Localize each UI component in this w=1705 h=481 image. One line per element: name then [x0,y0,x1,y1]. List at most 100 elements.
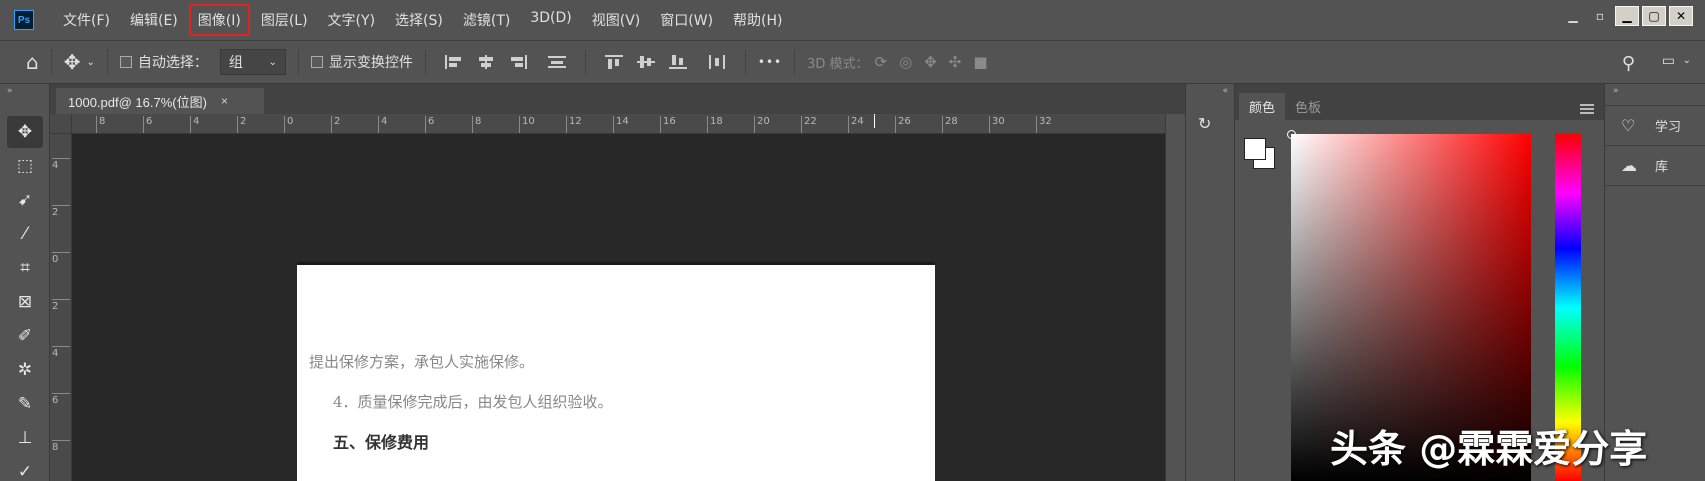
menu-3d[interactable]: 3D(D) [521,4,580,36]
document-tab-title: 1000.pdf@ 16.7%(位图) [68,94,207,110]
tools-panel: » ✥ ⬚ ➹ ⁄ ⌗ ⊠ ✐ ✲ ✎ ⊥ ✓ [0,84,50,481]
ruler-tick: 18 [707,116,723,133]
separator [744,49,746,75]
spot-healing-tool-icon[interactable]: ✲ [7,354,43,386]
ruler-tick: 10 [519,116,535,133]
menu-edit[interactable]: 编辑(E) [121,4,187,36]
menu-window[interactable]: 窗口(W) [651,4,722,36]
panel-menu-icon[interactable] [1580,104,1594,114]
distribute-horizontal-icon[interactable] [708,55,726,69]
horizontal-ruler[interactable]: 8 6 4 2 0 2 4 6 8 10 12 14 16 18 20 22 2… [72,114,1172,134]
ruler-tick: 4 [378,116,387,133]
ruler-tick: 2 [52,299,70,312]
close-icon[interactable]: × [221,94,228,108]
menu-type[interactable]: 文字(Y) [319,4,384,36]
learn-panel-button[interactable]: ♡ 学习 [1605,106,1705,146]
libraries-panel-label: 库 [1655,160,1669,175]
lasso-tool-icon[interactable]: ➹ [7,184,43,216]
separator [106,49,108,75]
options-bar: ⌂ ✥ ⌄ 自动选择： 组 ⌄ 显示变换控件 ••• 3D 模式： ⟳ ◎ ✥ … [0,40,1705,84]
expand-panels-icon[interactable]: » [1605,84,1705,106]
libraries-panel-button[interactable]: ☁ 库 [1605,146,1705,186]
crop-tool-icon[interactable]: ⌗ [7,252,43,284]
auto-select-dropdown[interactable]: 组 ⌄ [219,49,286,75]
align-top-icon[interactable] [604,55,623,69]
canvas-vertical-scrollbar[interactable] [1165,114,1185,481]
move-tool-icon[interactable]: ✥ [7,116,43,148]
lightbulb-icon: ♡ [1621,116,1636,135]
menu-image[interactable]: 图像(I) [188,4,250,36]
menu-filter[interactable]: 滤镜(T) [454,4,519,36]
3d-pan-icon[interactable]: ✥ [924,53,937,71]
document-page[interactable]: 提出保修方案，承包人实施保修。 4．质量保修完成后，由发包人组织验收。 五、保修… [297,262,935,481]
document-tab-bar: 1000.pdf@ 16.7%(位图) × [50,84,1185,114]
learn-panel-label: 学习 [1655,120,1682,135]
menu-select[interactable]: 选择(S) [386,4,452,36]
3d-camera-icon[interactable]: ■ [973,53,987,71]
ruler-tick: 14 [613,116,629,133]
history-panel-icon[interactable]: ↻ [1198,114,1234,133]
3d-roll-icon[interactable]: ◎ [899,53,912,71]
separator [424,49,426,75]
ruler-tick: 2 [52,205,70,218]
tab-swatches[interactable]: 色板 [1285,93,1331,120]
ruler-tick: 4 [52,158,70,171]
document-text-line: 4．质量保修完成后，由发包人组织验收。 [333,393,613,411]
close-button-icon[interactable]: ✕ [1669,6,1693,26]
separator [297,49,299,75]
menu-view[interactable]: 视图(V) [583,4,650,36]
history-brush-tool-icon[interactable]: ✓ [7,456,43,481]
menu-help[interactable]: 帮助(H) [724,4,791,36]
tab-color[interactable]: 颜色 [1239,93,1286,120]
ruler-tick: 8 [472,116,481,133]
menu-layer[interactable]: 图层(L) [252,4,317,36]
photoshop-logo-icon[interactable]: Ps [14,10,34,30]
marquee-tool-icon[interactable]: ⬚ [7,150,43,182]
ruler-tick: 2 [237,116,246,133]
align-left-icon[interactable] [444,55,463,69]
ruler-tick: 8 [52,440,70,453]
eyedropper-tool-icon[interactable]: ✐ [7,320,43,352]
collapse-panels-icon[interactable]: « [1186,84,1234,100]
ruler-tick: 16 [660,116,676,133]
more-options-button[interactable]: ••• [758,55,782,69]
color-field-cursor[interactable] [1287,130,1296,139]
align-bottom-icon[interactable] [668,55,687,69]
home-icon[interactable]: ⌂ [26,50,39,74]
align-middle-vertical-icon[interactable] [636,55,655,69]
ruler-tick: 30 [989,116,1005,133]
chevron-down-icon[interactable]: ⌄ [1683,55,1691,66]
minimize-button-icon[interactable]: ▁ [1615,6,1639,26]
brush-tool-icon[interactable]: ✎ [7,388,43,420]
maximize-button-icon[interactable]: ▢ [1642,6,1666,26]
workspace-icon[interactable]: ▭ [1662,53,1675,69]
distribute-vertical-icon[interactable] [547,55,566,69]
vertical-ruler[interactable]: 4 2 0 2 4 6 8 [50,134,72,481]
3d-orbit-icon[interactable]: ⟳ [875,53,888,71]
ruler-corner[interactable] [50,114,72,134]
show-transform-label: 显示变换控件 [328,55,413,71]
search-icon[interactable]: ⚲ [1622,53,1635,74]
foreground-color-swatch[interactable] [1244,138,1266,160]
auto-select-checkbox[interactable] [119,56,132,68]
document-tab[interactable]: 1000.pdf@ 16.7%(位图) × [56,88,264,114]
collapsed-panel-strip: « ↻ [1185,84,1235,481]
show-transform-checkbox[interactable] [310,56,323,68]
magic-wand-tool-icon[interactable]: ⁄ [7,218,43,250]
frame-tool-icon[interactable]: ⊠ [7,286,43,318]
collapse-toolbar-icon[interactable]: » [0,84,49,100]
creative-cloud-icon: ☁ [1621,156,1637,175]
app-restore-icon[interactable]: ▫ [1588,6,1612,26]
align-center-horizontal-icon[interactable] [477,55,495,69]
ruler-tick: 4 [52,346,70,359]
align-right-icon[interactable] [509,55,527,69]
menu-file[interactable]: 文件(F) [54,4,119,36]
chevron-down-icon[interactable]: ⌄ [86,57,94,68]
ruler-tick: 12 [566,116,582,133]
stamp-tool-icon[interactable]: ⊥ [7,422,43,454]
separator [584,49,586,75]
separator [50,49,52,75]
move-tool-icon[interactable]: ✥ [64,50,81,74]
app-minimize-icon[interactable]: ▁ [1561,6,1585,26]
3d-slide-icon[interactable]: ✣ [949,53,962,71]
